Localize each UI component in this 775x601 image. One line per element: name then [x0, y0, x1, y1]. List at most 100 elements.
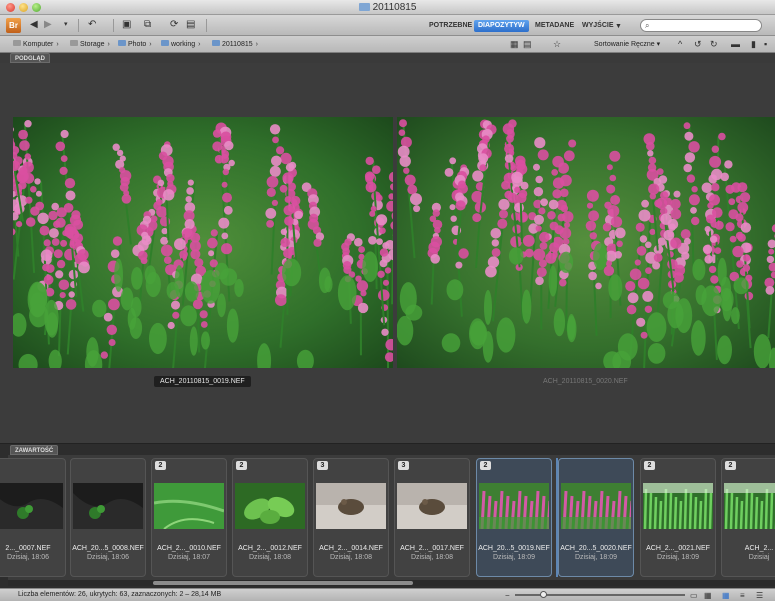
breadcrumb-label: 20110815 [222, 41, 253, 48]
thumbnail-card[interactable]: ACH_20...5_0008.NEF Dzisiaj, 18:06 [70, 458, 146, 577]
breadcrumb-20110815[interactable]: 20110815 › [212, 40, 258, 48]
thumbnail-image [235, 483, 305, 529]
stack-count-badge[interactable]: 2 [725, 461, 736, 470]
folder-icon [212, 40, 220, 46]
scrollbar-thumb[interactable] [153, 581, 413, 585]
thumbnail-card[interactable]: 2..._0007.NEF Dzisiaj, 18:06 [0, 458, 66, 577]
star-filter-icon[interactable]: ☆ [553, 39, 561, 50]
thumbnail-date: Dzisiaj, 18:09 [492, 554, 536, 561]
workspace-dropdown-icon[interactable]: ▼ [615, 22, 622, 32]
rotate-left-icon[interactable]: ↺ [694, 39, 702, 50]
return-icon[interactable]: ↶ [88, 20, 96, 30]
breadcrumb-label: working [171, 41, 196, 48]
preview-caption-left: ACH_20110815_0019.NEF [154, 376, 251, 387]
camera-icon[interactable]: ▣ [122, 20, 131, 30]
thumbnail-image [561, 483, 631, 529]
thumbnail-image [479, 483, 549, 529]
stack-count-badge[interactable]: 3 [398, 461, 409, 470]
folder-icon [161, 40, 169, 46]
status-bar: Liczba elementów: 26, ukrytych: 63, zazn… [0, 588, 775, 601]
rotate-icon[interactable]: ⟳ [170, 20, 178, 30]
thumbnail-card[interactable]: 2 ACH_20...5_0019.NEF Dzisiaj, 18:09 [476, 458, 552, 577]
rotate-right-icon[interactable]: ↻ [710, 39, 718, 50]
thumbnail-date: Dzisiaj, 18:07 [167, 554, 211, 561]
workspace-tab-1[interactable]: DIAPOZYTYW [474, 20, 529, 32]
list-view-mode-icon[interactable]: ☰ [756, 591, 763, 600]
thumbnail-filename: ACH_20...5_0008.NEF [72, 545, 144, 552]
thumbnail-filename: ACH_2..._0010.NEF [157, 545, 221, 552]
sort-direction-icon[interactable]: ^ [678, 39, 682, 49]
back-arrow-icon[interactable]: ◀ [30, 20, 38, 30]
refine-icon[interactable]: ⧉ [144, 20, 151, 30]
more-icon[interactable]: ▪ [764, 39, 767, 49]
grid-view-icon[interactable]: ▦ [510, 39, 519, 50]
bridge-logo-icon[interactable]: Br [6, 18, 21, 33]
breadcrumb-working[interactable]: working › [161, 40, 200, 48]
list-view-icon[interactable]: ▤ [523, 39, 532, 50]
folder-icon [118, 40, 126, 46]
title-bar: 20110815 [0, 0, 775, 15]
thumbnail-card[interactable]: 3 ACH_2..._0017.NEF Dzisiaj, 18:08 [394, 458, 470, 577]
workspace-tab-0[interactable]: POTRZEBNE [425, 20, 476, 32]
thumbnail-card[interactable]: 2 ACH_2..._0010.NEF Dzisiaj, 18:07 [151, 458, 227, 577]
content-scrollbar[interactable] [8, 580, 775, 586]
preview-image-left[interactable] [13, 117, 393, 368]
stack-count-badge[interactable]: 2 [155, 461, 166, 470]
thumbnail-image [316, 483, 386, 529]
thumbnail-filename: ACH_20...5_0019.NEF [478, 545, 550, 552]
thumbnail-filename: ACH_2... [744, 545, 774, 552]
thumbnail-date: Dzisiaj, 18:06 [86, 554, 130, 561]
content-panel-tab[interactable]: ZAWARTOŚĆ [10, 445, 59, 455]
grid-lock-icon[interactable]: ▦ [704, 591, 712, 600]
trash-icon[interactable]: ▮ [751, 39, 756, 50]
open-recent-icon[interactable]: ▤ [186, 20, 195, 30]
thumbnail-date: Dzisiaj, 18:09 [656, 554, 700, 561]
window-title-text: 20110815 [372, 2, 417, 13]
thumbnail-image [0, 483, 63, 529]
preview-panel-tab[interactable]: PODGLĄD [10, 53, 50, 63]
forward-arrow-icon[interactable]: ▶ [44, 20, 52, 30]
breadcrumb-label: Storage [80, 41, 105, 48]
zoom-in-icon[interactable]: ▭ [690, 591, 698, 600]
thumbnail-size-knob[interactable] [540, 591, 547, 598]
thumbnail-card[interactable]: 3 ACH_2..._0014.NEF Dzisiaj, 18:08 [313, 458, 389, 577]
search-input[interactable]: ⌕ [640, 19, 762, 32]
breadcrumb-photo[interactable]: Photo › [118, 40, 152, 48]
stack-count-badge[interactable]: 2 [236, 461, 247, 470]
thumbnail-card[interactable]: ACH_20...5_0020.NEF Dzisiaj, 18:09 [558, 458, 634, 577]
window-title: 20110815 [0, 2, 775, 13]
breadcrumb-computer[interactable]: Komputer › [13, 40, 59, 48]
heather-photo-left [13, 117, 393, 368]
thumbnail-image [73, 483, 143, 529]
stack-count-badge[interactable]: 3 [317, 461, 328, 470]
stack-count-badge[interactable]: 2 [644, 461, 655, 470]
new-folder-icon[interactable]: ▬ [731, 39, 740, 49]
sort-dropdown[interactable]: Sortowanie Ręczne ▾ [594, 40, 660, 48]
thumbnail-card[interactable]: 2 ACH_2..._0021.NEF Dzisiaj, 18:09 [640, 458, 716, 577]
zoom-out-icon[interactable]: − [505, 591, 510, 600]
thumbnail-filename: ACH_2..._0012.NEF [238, 545, 302, 552]
thumbnail-view-icon[interactable]: ▦ [722, 591, 730, 600]
thumbnail-filename: 2..._0007.NEF [5, 545, 51, 552]
thumbnail-image [397, 483, 467, 529]
breadcrumb-storage[interactable]: Storage › [70, 40, 110, 48]
thumbnail-card[interactable]: 2 ACH_2... Dzisiaj [721, 458, 775, 577]
path-bar: Komputer › Storage › Photo › working › 20110… [0, 36, 775, 53]
thumbnail-image [154, 483, 224, 529]
thumbnail-filename: ACH_2..._0017.NEF [400, 545, 464, 552]
selection-divider [556, 458, 558, 577]
breadcrumb-label: Komputer [23, 41, 54, 48]
workspace-tab-3[interactable]: WYJŚCIE [578, 20, 618, 32]
toolbar: Br ◀ ▶ ▾ ↶ ▣ ⧉ ⟳ ▤ POTRZEBNE DIAPOZYTYW … [0, 15, 775, 36]
history-dropdown-icon[interactable]: ▾ [64, 20, 68, 30]
computer-icon [13, 40, 21, 46]
preview-caption-right: ACH_20110815_0020.NEF [543, 378, 628, 385]
preview-image-right[interactable] [397, 117, 775, 368]
thumbnail-filename: ACH_2..._0014.NEF [319, 545, 383, 552]
stack-count-badge[interactable]: 2 [480, 461, 491, 470]
search-icon: ⌕ [645, 21, 650, 30]
details-view-icon[interactable]: ≡ [740, 591, 745, 600]
thumbnail-card[interactable]: 2 ACH_2..._0012.NEF Dzisiaj, 18:08 [232, 458, 308, 577]
thumbnail-date: Dzisiaj, 18:09 [574, 554, 618, 561]
workspace-tab-2[interactable]: METADANE [531, 20, 578, 32]
